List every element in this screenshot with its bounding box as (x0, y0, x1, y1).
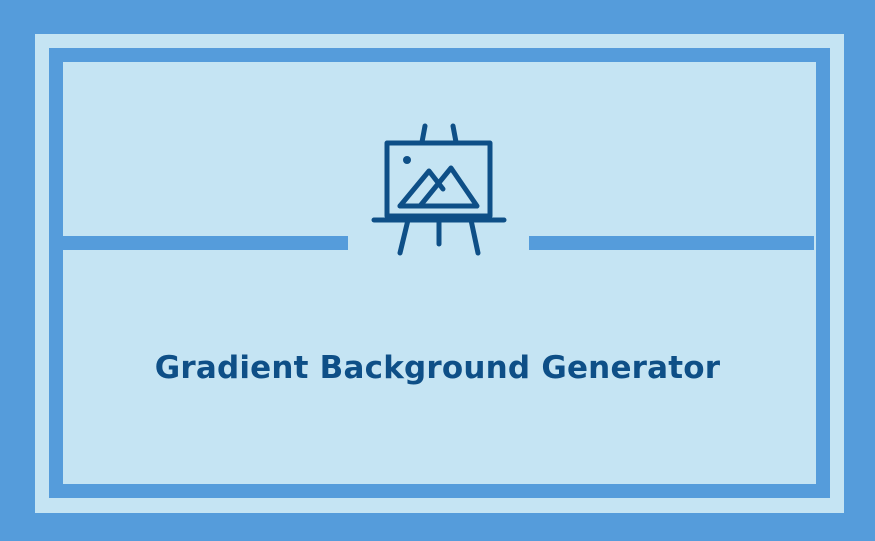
divider-right (529, 236, 814, 250)
easel-picture-icon (371, 123, 507, 256)
card-title: Gradient Background Generator (154, 350, 721, 386)
divider-left (63, 236, 348, 250)
